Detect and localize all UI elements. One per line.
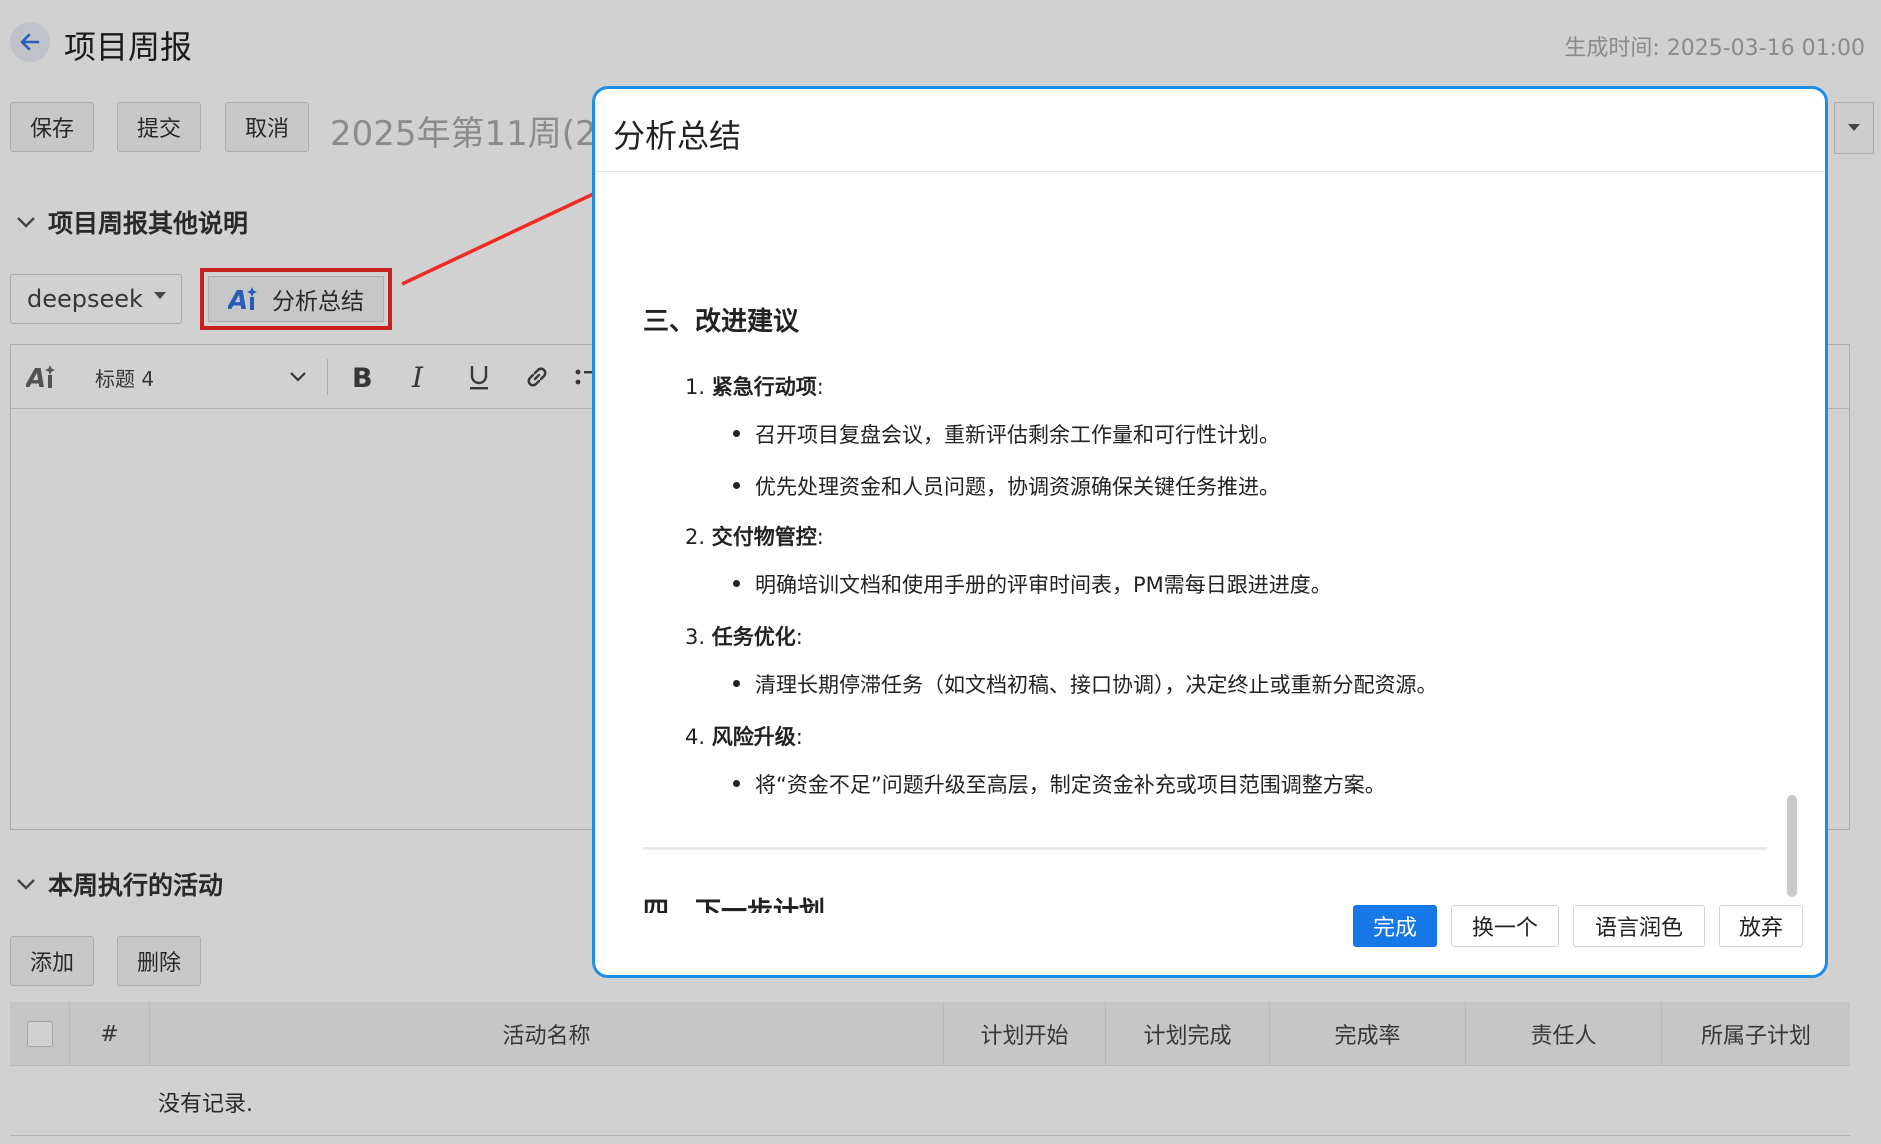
discard-button[interactable]: 放弃: [1719, 905, 1803, 947]
section3-heading: 三、改进建议: [643, 301, 799, 338]
list-item: 2. 交付物管控:: [685, 521, 824, 551]
list-item: 明确培训文档和使用手册的评审时间表，PM需每日跟进进度。: [755, 569, 1332, 599]
list-item: 清理长期停滞任务（如文档初稿、接口协调），决定终止或重新分配资源。: [755, 669, 1438, 699]
list-item: 将“资金不足”问题升级至高层，制定资金补充或项目范围调整方案。: [755, 769, 1386, 799]
analysis-summary-dialog: 分析总结 三、改进建议 1. 紧急行动项: 召开项目复盘会议，重新评估剩余工作量…: [592, 86, 1828, 978]
scrollbar-thumb[interactable]: [1787, 795, 1797, 897]
done-button[interactable]: 完成: [1353, 905, 1437, 947]
dialog-divider: [595, 171, 1825, 172]
section4-heading: 四、下一步计划: [643, 891, 825, 913]
list-item: 4. 风险升级:: [685, 721, 803, 751]
dialog-content[interactable]: 三、改进建议 1. 紧急行动项: 召开项目复盘会议，重新评估剩余工作量和可行性计…: [595, 173, 1825, 913]
dialog-title: 分析总结: [613, 111, 741, 157]
section-divider: [643, 847, 1767, 850]
list-item: 召开项目复盘会议，重新评估剩余工作量和可行性计划。: [755, 419, 1280, 449]
list-item: 3. 任务优化:: [685, 621, 803, 651]
regenerate-button[interactable]: 换一个: [1451, 905, 1559, 947]
list-item: 优先处理资金和人员问题，协调资源确保关键任务推进。: [755, 471, 1280, 501]
polish-button[interactable]: 语言润色: [1573, 905, 1705, 947]
list-item: 1. 紧急行动项:: [685, 371, 824, 401]
